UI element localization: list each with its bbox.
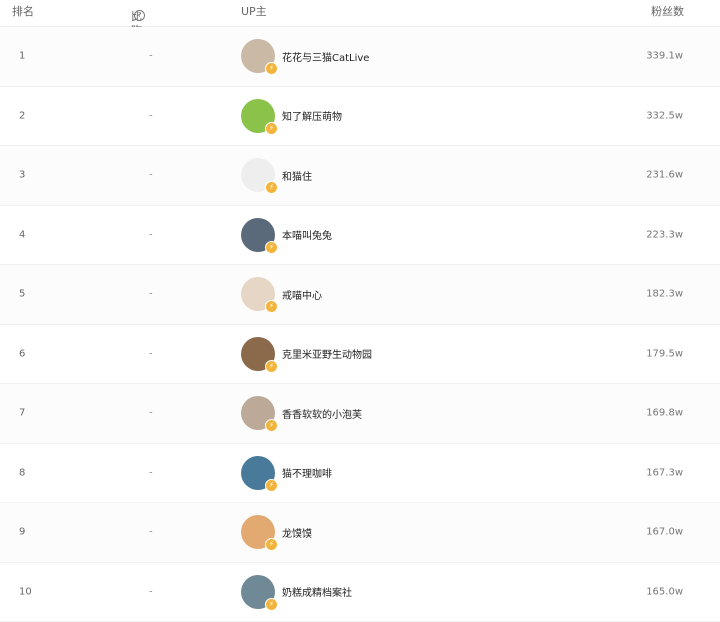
change-cell: - xyxy=(149,110,153,121)
up-cell[interactable]: ⚡ 克里米亚野生动物园 xyxy=(241,337,372,371)
change-cell: - xyxy=(149,467,153,478)
avatar[interactable]: ⚡ xyxy=(241,277,275,311)
header-fans: 粉丝数 xyxy=(651,5,684,19)
up-name-link[interactable]: 和猫住 xyxy=(282,168,312,183)
table-row[interactable]: 1 - ⚡ 花花与三猫CatLive 339.1w xyxy=(0,27,720,87)
change-cell: - xyxy=(149,527,153,538)
table-row[interactable]: 9 - ⚡ 龙馍馍 167.0w xyxy=(0,503,720,563)
up-cell[interactable]: ⚡ 戒喵中心 xyxy=(241,277,322,311)
table-row[interactable]: 8 - ⚡ 猫不理咖啡 167.3w xyxy=(0,444,720,504)
rank-cell: 5 xyxy=(19,289,25,300)
fans-cell: 332.5w xyxy=(646,110,683,121)
fans-cell: 167.0w xyxy=(646,527,683,538)
up-name-link[interactable]: 戒喵中心 xyxy=(282,287,322,302)
verified-badge-icon: ⚡ xyxy=(265,122,278,135)
table-header: 排名 比昨日 ? UP主 粉丝数 xyxy=(0,0,720,27)
avatar[interactable]: ⚡ xyxy=(241,39,275,73)
avatar[interactable]: ⚡ xyxy=(241,456,275,490)
table-row[interactable]: 7 - ⚡ 香香软软的小泡芙 169.8w xyxy=(0,384,720,444)
up-name-link[interactable]: 知了解压萌物 xyxy=(282,108,342,123)
up-name-link[interactable]: 猫不理咖啡 xyxy=(282,465,332,480)
header-up: UP主 xyxy=(241,5,267,19)
rank-cell: 8 xyxy=(19,467,25,478)
verified-badge-icon: ⚡ xyxy=(265,360,278,373)
change-cell: - xyxy=(149,586,153,597)
up-cell[interactable]: ⚡ 龙馍馍 xyxy=(241,515,312,549)
fans-cell: 231.6w xyxy=(646,170,683,181)
rank-cell: 9 xyxy=(19,527,25,538)
table-row[interactable]: 3 - ⚡ 和猫住 231.6w xyxy=(0,146,720,206)
change-cell: - xyxy=(149,408,153,419)
fans-cell: 339.1w xyxy=(646,51,683,62)
up-cell[interactable]: ⚡ 知了解压萌物 xyxy=(241,99,342,133)
header-rank: 排名 xyxy=(12,5,34,19)
change-cell: - xyxy=(149,348,153,359)
ranking-table: 排名 比昨日 ? UP主 粉丝数 1 - ⚡ 花花与三猫CatLive 339.1w 2 -… xyxy=(0,0,720,622)
verified-badge-icon: ⚡ xyxy=(265,479,278,492)
up-name-link[interactable]: 奶糕成精档案社 xyxy=(282,584,352,599)
up-name-link[interactable]: 龙馍馍 xyxy=(282,525,312,540)
rank-cell: 3 xyxy=(19,170,25,181)
table-row[interactable]: 10 - ⚡ 奶糕成精档案社 165.0w xyxy=(0,563,720,622)
rank-cell: 7 xyxy=(19,408,25,419)
question-circle-icon[interactable]: ? xyxy=(134,10,145,21)
verified-badge-icon: ⚡ xyxy=(265,241,278,254)
verified-badge-icon: ⚡ xyxy=(265,538,278,551)
avatar[interactable]: ⚡ xyxy=(241,396,275,430)
up-name-link[interactable]: 花花与三猫CatLive xyxy=(282,49,369,64)
avatar[interactable]: ⚡ xyxy=(241,515,275,549)
avatar[interactable]: ⚡ xyxy=(241,99,275,133)
verified-badge-icon: ⚡ xyxy=(265,300,278,313)
up-cell[interactable]: ⚡ 花花与三猫CatLive xyxy=(241,39,369,73)
avatar[interactable]: ⚡ xyxy=(241,158,275,192)
up-cell[interactable]: ⚡ 本喵叫兔兔 xyxy=(241,218,332,252)
up-name-link[interactable]: 克里米亚野生动物园 xyxy=(282,346,372,361)
change-cell: - xyxy=(149,51,153,62)
up-cell[interactable]: ⚡ 奶糕成精档案社 xyxy=(241,575,352,609)
fans-cell: 223.3w xyxy=(646,229,683,240)
table-row[interactable]: 5 - ⚡ 戒喵中心 182.3w xyxy=(0,265,720,325)
rank-cell: 4 xyxy=(19,229,25,240)
table-row[interactable]: 6 - ⚡ 克里米亚野生动物园 179.5w xyxy=(0,325,720,385)
table-body: 1 - ⚡ 花花与三猫CatLive 339.1w 2 - ⚡ 知了解压萌物 332.5w 3 - ⚡ 和… xyxy=(0,27,720,622)
avatar[interactable]: ⚡ xyxy=(241,337,275,371)
up-name-link[interactable]: 本喵叫兔兔 xyxy=(282,227,332,242)
change-cell: - xyxy=(149,229,153,240)
rank-cell: 2 xyxy=(19,110,25,121)
table-row[interactable]: 4 - ⚡ 本喵叫兔兔 223.3w xyxy=(0,206,720,266)
fans-cell: 169.8w xyxy=(646,408,683,419)
fans-cell: 179.5w xyxy=(646,348,683,359)
change-cell: - xyxy=(149,170,153,181)
rank-cell: 10 xyxy=(19,586,32,597)
verified-badge-icon: ⚡ xyxy=(265,62,278,75)
verified-badge-icon: ⚡ xyxy=(265,598,278,611)
fans-cell: 182.3w xyxy=(646,289,683,300)
rank-cell: 6 xyxy=(19,348,25,359)
fans-cell: 165.0w xyxy=(646,586,683,597)
avatar[interactable]: ⚡ xyxy=(241,575,275,609)
up-cell[interactable]: ⚡ 和猫住 xyxy=(241,158,312,192)
fans-cell: 167.3w xyxy=(646,467,683,478)
verified-badge-icon: ⚡ xyxy=(265,181,278,194)
up-cell[interactable]: ⚡ 香香软软的小泡芙 xyxy=(241,396,362,430)
up-name-link[interactable]: 香香软软的小泡芙 xyxy=(282,406,362,421)
up-cell[interactable]: ⚡ 猫不理咖啡 xyxy=(241,456,332,490)
table-row[interactable]: 2 - ⚡ 知了解压萌物 332.5w xyxy=(0,87,720,147)
change-cell: - xyxy=(149,289,153,300)
avatar[interactable]: ⚡ xyxy=(241,218,275,252)
rank-cell: 1 xyxy=(19,51,25,62)
verified-badge-icon: ⚡ xyxy=(265,419,278,432)
